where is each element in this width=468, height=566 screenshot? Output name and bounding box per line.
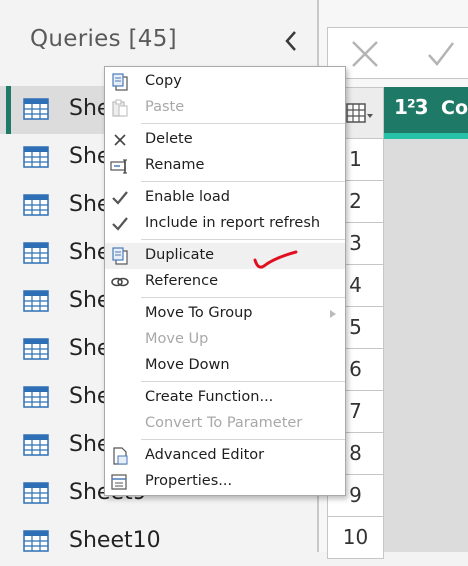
table-menu-icon: [346, 103, 373, 123]
menu-item-label: Copy: [145, 73, 182, 89]
table-icon: [23, 98, 49, 120]
menu-item-label: Advanced Editor: [145, 447, 265, 463]
selection-indicator: [6, 86, 11, 134]
menu-item-label: Properties...: [145, 473, 233, 489]
menu-item-label: Convert To Parameter: [145, 415, 303, 431]
query-label: Sheet10: [69, 528, 161, 553]
column-name: Colu: [441, 97, 468, 119]
menu-item-advanced-editor[interactable]: Advanced Editor: [105, 443, 345, 469]
menu-item-copy[interactable]: Copy: [105, 69, 345, 95]
queries-title: Queries [45]: [30, 26, 177, 52]
chevron-left-icon: [285, 31, 296, 51]
menu-item-move-up[interactable]: Move Up: [105, 327, 345, 353]
table-icon: [23, 482, 49, 504]
column-type-label[interactable]: 1²3: [394, 95, 429, 119]
menu-item-move-to-group[interactable]: Move To Group: [105, 301, 345, 327]
menu-item-duplicate[interactable]: Duplicate: [105, 243, 345, 269]
checkmark-icon: [112, 191, 128, 205]
menu-item-reference[interactable]: Reference: [105, 269, 345, 295]
menu-item-enable-load[interactable]: Enable load: [105, 185, 345, 211]
duplicate-icon: [112, 247, 128, 265]
red-check-annotation: [253, 250, 298, 269]
paste-icon: [112, 99, 128, 117]
copy-icon: [112, 73, 128, 91]
table-icon: [23, 386, 49, 408]
table-icon: [23, 242, 49, 264]
menu-separator: [141, 297, 345, 298]
menu-item-move-down[interactable]: Move Down: [105, 353, 345, 379]
menu-item-label: Include in report refresh: [145, 215, 321, 231]
menu-item-delete[interactable]: Delete: [105, 127, 345, 153]
menu-item-label: Create Function...: [145, 389, 274, 405]
row-number: 10: [327, 517, 384, 559]
rename-icon: [110, 159, 127, 174]
menu-item-label: Duplicate: [145, 247, 215, 263]
table-icon: [23, 434, 49, 456]
reference-icon: [111, 277, 129, 287]
menu-item-rename[interactable]: Rename: [105, 153, 345, 179]
commit-formula-icon[interactable]: [426, 40, 456, 68]
menu-item-label: Delete: [145, 131, 193, 147]
submenu-arrow-icon: [330, 310, 336, 318]
menu-item-create-function[interactable]: Create Function...: [105, 385, 345, 411]
table-icon: [23, 290, 49, 312]
data-grid: 1²3 Colu 1 2 3 4 5 6 7 8 9 10: [327, 87, 468, 559]
menu-item-paste[interactable]: Paste: [105, 95, 345, 121]
menu-item-properties[interactable]: Properties...: [105, 469, 345, 495]
table-icon: [23, 338, 49, 360]
cancel-formula-icon[interactable]: [350, 40, 380, 68]
table-icon: [23, 530, 49, 552]
properties-icon: [111, 474, 127, 490]
menu-separator: [141, 381, 345, 382]
menu-item-label: Move To Group: [145, 305, 253, 321]
menu-separator: [141, 239, 345, 240]
menu-item-label: Rename: [145, 157, 205, 173]
delete-icon: [114, 134, 126, 146]
column-header[interactable]: 1²3 Colu: [384, 87, 468, 133]
menu-item-label: Enable load: [145, 189, 230, 205]
collapse-pane-button[interactable]: [280, 28, 302, 54]
menu-item-convert-to-parameter[interactable]: Convert To Parameter: [105, 411, 345, 437]
menu-separator: [141, 439, 345, 440]
menu-item-label: Move Down: [145, 357, 230, 373]
checkmark-icon: [112, 217, 128, 231]
context-menu: Copy Paste Delete Rename Enable load Inc…: [104, 66, 346, 496]
formula-bar: [327, 27, 468, 79]
table-icon: [23, 146, 49, 168]
table-icon: [23, 194, 49, 216]
grid-body[interactable]: [384, 139, 468, 552]
menu-separator: [141, 123, 345, 124]
query-item[interactable]: Sheet10: [0, 518, 317, 566]
menu-item-include-in-refresh[interactable]: Include in report refresh: [105, 211, 345, 237]
menu-item-label: Move Up: [145, 331, 209, 347]
menu-item-label: Reference: [145, 273, 219, 289]
menu-separator: [141, 181, 345, 182]
menu-item-label: Paste: [145, 99, 185, 115]
advanced-editor-icon: [113, 447, 128, 465]
